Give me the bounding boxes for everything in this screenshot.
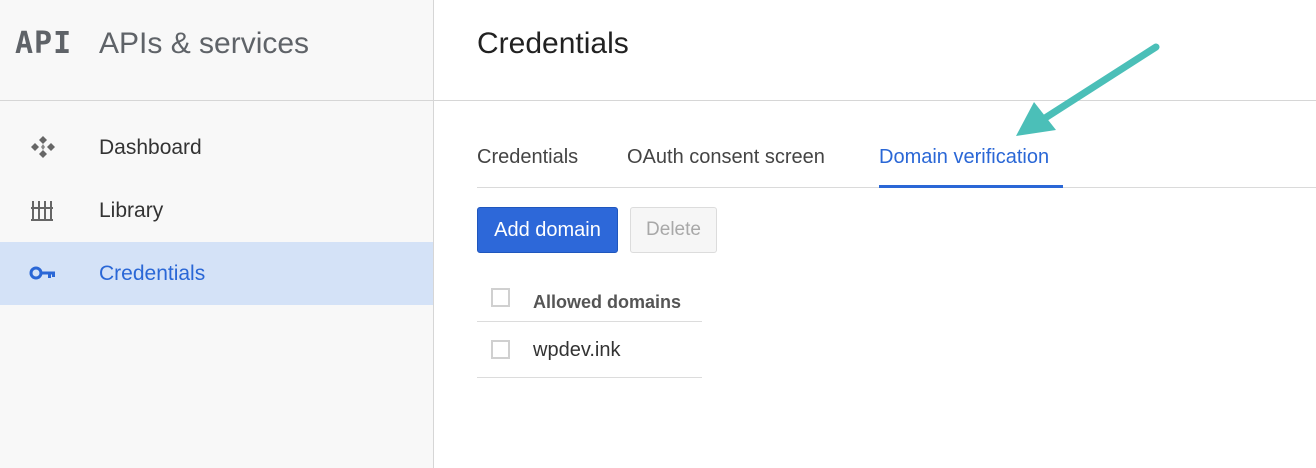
sidebar-item-label: Library (99, 199, 164, 222)
main-header: Credentials (434, 0, 1316, 101)
domain-cell: wpdev.ink (533, 339, 621, 361)
product-title[interactable]: APIs & services (99, 27, 309, 61)
sidebar-item-label: Dashboard (99, 136, 202, 159)
tab-oauth-consent-screen[interactable]: OAuth consent screen (627, 146, 825, 169)
active-tab-indicator (879, 185, 1063, 188)
key-icon (28, 260, 58, 286)
column-header-allowed-domains: Allowed domains (533, 292, 682, 312)
library-icon (28, 197, 58, 223)
page-title: Credentials (477, 27, 629, 60)
select-all-checkbox[interactable] (491, 288, 510, 307)
add-domain-button[interactable]: Add domain (477, 207, 618, 253)
sidebar: API APIs & services Dashboard Library Cr… (0, 0, 434, 468)
sidebar-item-library[interactable]: Library (0, 179, 433, 242)
table-header-row: Allowed domains (477, 275, 702, 322)
row-checkbox[interactable] (491, 340, 510, 359)
dashboard-icon (28, 134, 58, 160)
tab-domain-verification[interactable]: Domain verification (879, 146, 1049, 169)
domains-table: Allowed domains wpdev.ink (477, 275, 702, 378)
tab-credentials[interactable]: Credentials (477, 146, 578, 169)
sidebar-header: API APIs & services (0, 0, 433, 101)
sidebar-item-label: Credentials (99, 262, 206, 285)
main-content: Credentials Credentials OAuth consent sc… (434, 0, 1316, 468)
sidebar-item-dashboard[interactable]: Dashboard (0, 116, 433, 179)
delete-button: Delete (630, 207, 717, 253)
tab-bar: Credentials OAuth consent screen Domain … (477, 138, 1316, 188)
table-row: wpdev.ink (477, 322, 702, 378)
sidebar-item-credentials[interactable]: Credentials (0, 242, 433, 305)
api-logo[interactable]: API (15, 26, 72, 61)
